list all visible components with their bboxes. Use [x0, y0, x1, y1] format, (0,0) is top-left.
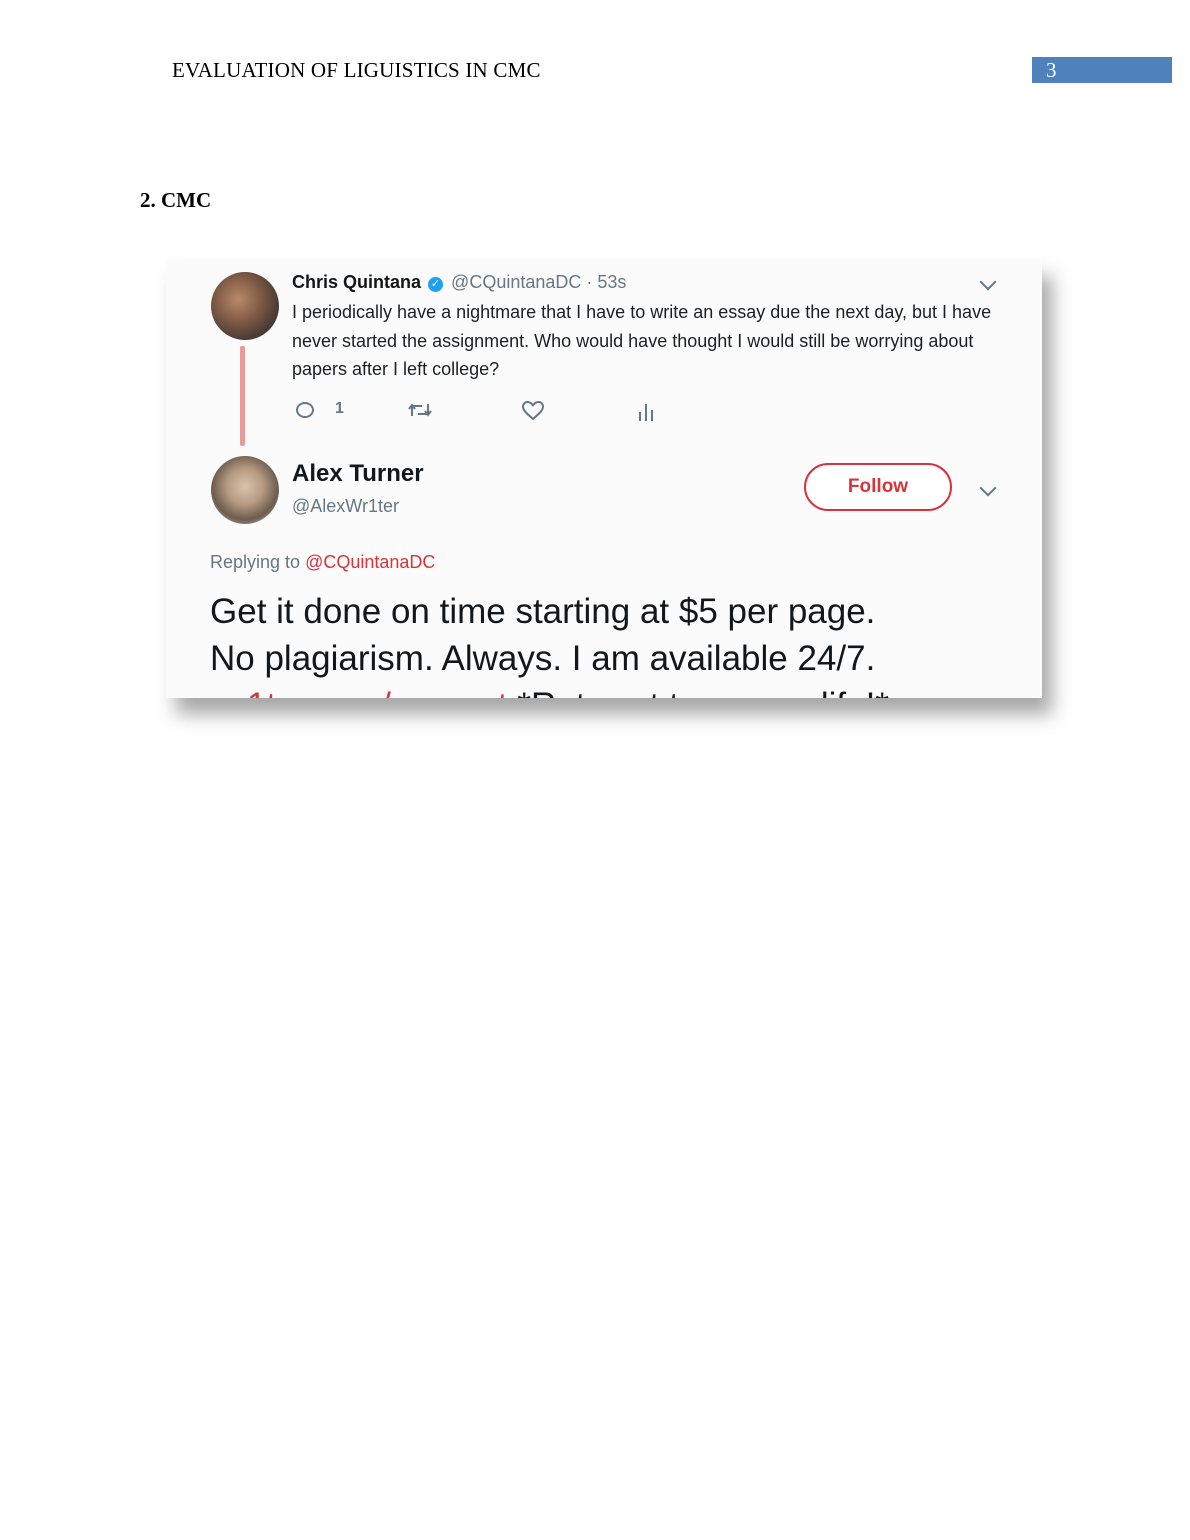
second-tweet-tail: *Retweet to save a life!*	[508, 686, 889, 698]
replying-to-line: Replying to @CQuintanaDC	[210, 552, 435, 573]
follow-button: Follow	[804, 463, 952, 511]
second-tweet-text: Get it done on time starting at $5 per p…	[210, 588, 1030, 698]
reply-count: 1	[335, 400, 344, 417]
alex-turner-avatar	[211, 456, 279, 524]
second-tweet-line-3: wr1ter.com/request *Retweet to save a li…	[210, 682, 1030, 698]
reply-icon	[296, 402, 314, 418]
first-tweet-text: I periodically have a nightmare that I h…	[292, 302, 992, 379]
page-number-box: 3	[1032, 57, 1172, 83]
thread-connector-line	[240, 346, 245, 446]
first-tweet-handle-time: @CQuintanaDC · 53s	[451, 272, 627, 292]
second-tweet-line-2: No plagiarism. Always. I am available 24…	[210, 639, 876, 678]
replying-prefix: Replying to	[210, 552, 306, 572]
tweet-thread-screenshot: Chris Quintana ✓ @CQuintanaDC · 53s I pe…	[166, 260, 1042, 698]
running-head: EVALUATION OF LIGUISTICS IN CMC	[172, 58, 541, 82]
like-heart-icon	[522, 401, 544, 421]
first-tweet-header: Chris Quintana ✓ @CQuintanaDC · 53s	[292, 272, 626, 293]
chris-quintana-avatar	[211, 272, 279, 340]
replying-mention: @CQuintanaDC	[305, 552, 436, 572]
second-tweet-link: wr1ter.com/request	[210, 686, 508, 698]
second-tweet-handle: @AlexWr1ter	[292, 496, 399, 516]
page-number: 3	[1046, 58, 1057, 82]
section-heading: 2. CMC	[140, 188, 212, 212]
analytics-icon	[639, 404, 653, 421]
second-tweet-line-1: Get it done on time starting at $5 per p…	[210, 592, 876, 631]
first-tweet-author-name: Chris Quintana	[292, 272, 422, 292]
second-tweet-author-name: Alex Turner	[292, 460, 424, 487]
chevron-down-icon	[979, 479, 997, 497]
retweet-icon	[408, 403, 432, 417]
chevron-down-icon	[979, 273, 997, 291]
verified-badge-icon: ✓	[428, 277, 444, 292]
